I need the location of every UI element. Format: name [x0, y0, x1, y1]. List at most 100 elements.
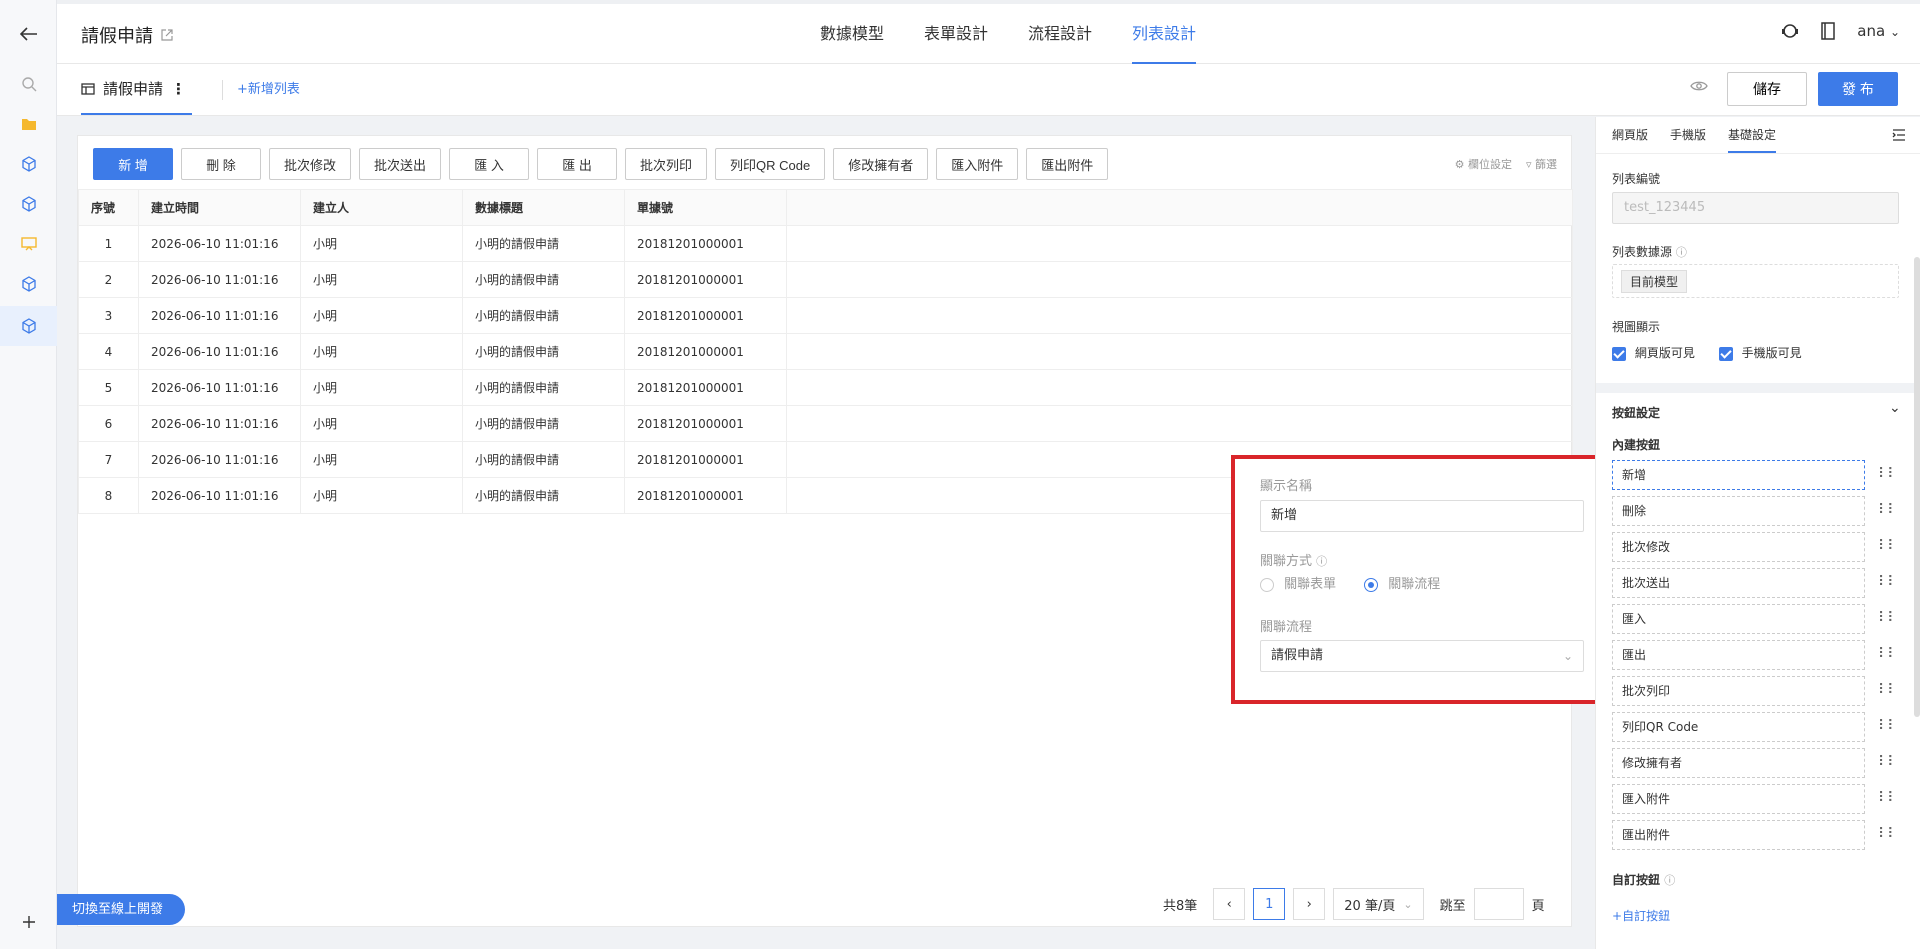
- save-button[interactable]: 儲存: [1727, 72, 1807, 106]
- properties-panel: 網頁版 手機版 基礎設定 列表編號 test_123445 列表數據源 ⓘ 目前…: [1595, 117, 1920, 949]
- export-button[interactable]: 匯 出: [537, 148, 618, 180]
- batch-print-button[interactable]: 批次列印: [625, 148, 708, 180]
- tab-basic-settings[interactable]: 基礎設定: [1728, 117, 1777, 153]
- cube-icon[interactable]: [0, 184, 57, 224]
- tab-web[interactable]: 網頁版: [1612, 117, 1648, 153]
- table-row[interactable]: 6 2026-06-10 11:01:16 小明 小明的請假申請 20181201000…: [78, 405, 1573, 442]
- add-list-link[interactable]: +新增列表: [222, 80, 300, 100]
- table-cell-empty: [786, 333, 1573, 370]
- list-id-input[interactable]: test_123445: [1612, 192, 1899, 224]
- external-link-icon[interactable]: [161, 29, 173, 41]
- drag-handle-icon[interactable]: ⠇⠇: [1878, 610, 1897, 626]
- next-page-button[interactable]: ›: [1293, 888, 1326, 920]
- drag-handle-icon[interactable]: ⠇⠇: [1878, 646, 1897, 662]
- preview-eye-icon[interactable]: [1690, 80, 1708, 92]
- folder-icon[interactable]: [0, 104, 57, 144]
- drag-handle-icon[interactable]: ⠇⠇: [1878, 538, 1897, 554]
- page-size-select[interactable]: 20 筆/頁 ⌄: [1333, 888, 1424, 920]
- builtin-button-item[interactable]: 匯出附件: [1612, 820, 1865, 850]
- print-qr-button[interactable]: 列印QR Code: [715, 148, 826, 180]
- builtin-button-item[interactable]: 匯入附件: [1612, 784, 1865, 814]
- link-flow-select[interactable]: 請假申請 ⌄: [1260, 640, 1584, 672]
- add-custom-button-link[interactable]: +自訂按鈕: [1612, 907, 1670, 924]
- drag-handle-icon[interactable]: ⠇⠇: [1878, 502, 1897, 518]
- chevron-down-icon: ⌄: [1889, 25, 1900, 39]
- table-row[interactable]: 4 2026-06-10 11:01:16 小明 小明的請假申請 20181201000…: [78, 333, 1573, 370]
- divider: [1596, 153, 1920, 154]
- tab-flow-design[interactable]: 流程設計: [1008, 4, 1112, 64]
- drag-handle-icon[interactable]: ⠇⠇: [1878, 790, 1897, 806]
- export-attachment-button[interactable]: 匯出附件: [1026, 148, 1109, 180]
- table-row[interactable]: 2 2026-06-10 11:01:16 小明 小明的請假申請 20181201000…: [78, 261, 1573, 298]
- builtin-button-item[interactable]: 刪除: [1612, 496, 1865, 526]
- collapse-panel-icon[interactable]: [1892, 128, 1906, 142]
- tab-data-model[interactable]: 數據模型: [800, 4, 904, 64]
- table-row[interactable]: 1 2026-06-10 11:01:16 小明 小明的請假申請 20181201000…: [78, 225, 1573, 262]
- column-header[interactable]: 建立時間: [138, 189, 301, 226]
- builtin-button-item[interactable]: 列印QR Code: [1612, 712, 1865, 742]
- user-menu[interactable]: ana ⌄: [1857, 22, 1900, 40]
- builtin-button-item[interactable]: 批次修改: [1612, 532, 1865, 562]
- drag-handle-icon[interactable]: ⠇⠇: [1878, 574, 1897, 590]
- cube-icon[interactable]: [0, 306, 57, 346]
- more-vertical-icon[interactable]: ⋮: [171, 80, 186, 98]
- drag-handle-icon[interactable]: ⠇⠇: [1878, 682, 1897, 698]
- drag-handle-icon[interactable]: ⠇⠇: [1878, 754, 1897, 770]
- mobile-visible-checkbox[interactable]: 手機版可見: [1718, 344, 1802, 361]
- app-title: 請假申請: [81, 22, 173, 48]
- column-header[interactable]: 數據標題: [462, 189, 625, 226]
- change-owner-button[interactable]: 修改擁有者: [833, 148, 929, 180]
- web-visible-checkbox[interactable]: 網頁版可見: [1612, 344, 1695, 361]
- page-number-button[interactable]: 1: [1253, 888, 1286, 920]
- list-tab[interactable]: 請假申請 ⋮: [81, 64, 193, 115]
- drag-handle-icon[interactable]: ⠇⠇: [1878, 826, 1897, 842]
- import-attachment-button[interactable]: 匯入附件: [936, 148, 1019, 180]
- radio-link-flow[interactable]: 關聯流程: [1364, 573, 1440, 592]
- help-icon: ⓘ: [1675, 246, 1687, 259]
- builtin-button-item[interactable]: 修改擁有者: [1612, 748, 1865, 778]
- table-row[interactable]: 5 2026-06-10 11:01:16 小明 小明的請假申請 20181201000…: [78, 369, 1573, 406]
- app-title-text: 請假申請: [81, 26, 153, 47]
- jump-page-input[interactable]: [1473, 888, 1524, 920]
- presentation-icon[interactable]: [0, 224, 57, 264]
- cube-icon[interactable]: [0, 144, 57, 184]
- builtin-button-item[interactable]: 批次列印: [1612, 676, 1865, 706]
- chevron-down-icon[interactable]: ⌄: [1889, 400, 1901, 416]
- delete-button[interactable]: 刪 除: [181, 148, 261, 180]
- publish-button[interactable]: 發 布: [1818, 72, 1898, 106]
- radio-link-form[interactable]: 關聯表單: [1260, 573, 1336, 592]
- filter-link[interactable]: ▿ 篩選: [1526, 156, 1557, 172]
- drag-handle-icon[interactable]: ⠇⠇: [1878, 466, 1897, 482]
- builtin-button-item[interactable]: 新增: [1612, 460, 1865, 490]
- batch-edit-button[interactable]: 批次修改: [269, 148, 352, 180]
- switch-online-dev-button[interactable]: 切換至線上開發: [57, 894, 185, 925]
- drag-handle-icon[interactable]: ⠇⠇: [1878, 718, 1897, 734]
- table-row[interactable]: 3 2026-06-10 11:01:16 小明 小明的請假申請 20181201000…: [78, 297, 1573, 334]
- import-button[interactable]: 匯 入: [449, 148, 530, 180]
- radio-link-flow-label: 關聯流程: [1388, 577, 1441, 592]
- tab-form-design[interactable]: 表單設計: [904, 4, 1008, 64]
- tab-mobile[interactable]: 手機版: [1670, 117, 1706, 153]
- column-header[interactable]: 序號: [78, 189, 139, 226]
- chevron-down-icon: ⌄: [1403, 897, 1413, 911]
- tab-list-design[interactable]: 列表設計: [1112, 4, 1216, 64]
- builtin-button-item[interactable]: 匯入: [1612, 604, 1865, 634]
- column-header[interactable]: 單據號: [624, 189, 787, 226]
- prev-page-button[interactable]: ‹: [1213, 888, 1246, 920]
- column-header[interactable]: 建立人: [300, 189, 463, 226]
- back-arrow-icon[interactable]: [0, 14, 57, 54]
- book-icon[interactable]: [1821, 22, 1836, 40]
- display-name-input[interactable]: 新增: [1260, 500, 1584, 532]
- button-settings-header[interactable]: 按鈕設定: [1612, 404, 1660, 421]
- support-icon[interactable]: [1781, 22, 1799, 40]
- builtin-button-item[interactable]: 匯出: [1612, 640, 1865, 670]
- panel-scrollbar[interactable]: [1914, 257, 1920, 717]
- add-button[interactable]: 新 增: [93, 148, 173, 180]
- cube-icon[interactable]: [0, 264, 57, 304]
- plus-icon[interactable]: [0, 902, 57, 942]
- batch-submit-button[interactable]: 批次送出: [359, 148, 442, 180]
- data-source-tag[interactable]: 目前模型: [1621, 270, 1688, 293]
- column-settings-link[interactable]: ⚙ 欄位設定: [1455, 156, 1512, 172]
- search-icon[interactable]: [0, 64, 57, 104]
- builtin-button-item[interactable]: 批次送出: [1612, 568, 1865, 598]
